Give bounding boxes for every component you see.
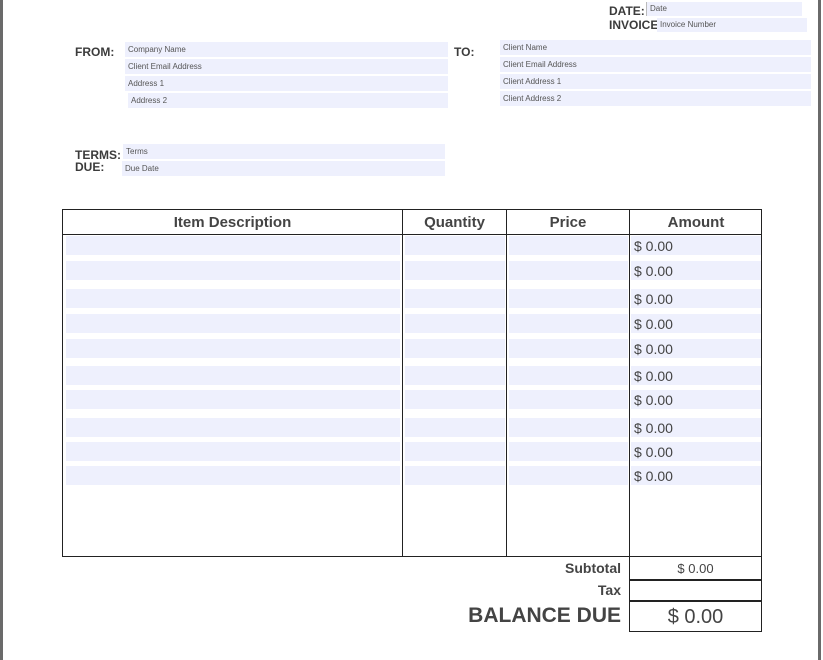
price-cell[interactable] (509, 390, 628, 409)
due-date-field[interactable]: Due Date (122, 161, 445, 176)
to-label: TO: (454, 45, 475, 59)
terms-field[interactable]: Terms (123, 144, 445, 159)
amount-cell: $ 0.00 (631, 442, 761, 461)
date-field[interactable]: Date (646, 2, 802, 16)
item-description-cell[interactable] (66, 314, 400, 333)
quantity-cell[interactable] (405, 314, 505, 333)
header-item-description: Item Description (173, 214, 292, 231)
quantity-cell[interactable] (405, 466, 505, 485)
quantity-cell[interactable] (405, 418, 505, 437)
tax-field[interactable] (629, 580, 762, 601)
amount-cell: $ 0.00 (631, 314, 761, 333)
price-cell[interactable] (509, 366, 628, 385)
price-cell[interactable] (509, 289, 628, 308)
company-address2-field[interactable]: Address 2 (128, 93, 448, 108)
item-description-cell[interactable] (66, 339, 400, 358)
line-items-table: Item Description Quantity Price Amount $… (62, 209, 762, 557)
amount-cell: $ 0.00 (631, 261, 761, 280)
date-label: DATE: (609, 4, 645, 18)
client-name-field[interactable]: Client Name (500, 40, 811, 55)
balance-due-value: $ 0.00 (629, 601, 762, 632)
price-cell[interactable] (509, 339, 628, 358)
item-description-cell[interactable] (66, 418, 400, 437)
price-cell[interactable] (509, 314, 628, 333)
item-description-cell[interactable] (66, 442, 400, 461)
left-page-border (0, 0, 3, 660)
price-cell[interactable] (509, 418, 628, 437)
amount-cell: $ 0.00 (631, 289, 761, 308)
header-divider (63, 234, 761, 235)
balance-due-label: BALANCE DUE (468, 604, 621, 627)
amount-cell: $ 0.00 (631, 418, 761, 437)
quantity-cell[interactable] (405, 442, 505, 461)
header-quantity: Quantity (424, 214, 485, 231)
header-amount: Amount (667, 214, 725, 231)
item-description-cell[interactable] (66, 236, 400, 255)
amount-cell: $ 0.00 (631, 466, 761, 485)
amount-cell: $ 0.00 (631, 236, 761, 255)
column-divider (629, 210, 630, 556)
price-cell[interactable] (509, 466, 628, 485)
item-description-cell[interactable] (66, 366, 400, 385)
company-address1-field[interactable]: Address 1 (125, 76, 448, 91)
quantity-cell[interactable] (405, 366, 505, 385)
quantity-cell[interactable] (405, 390, 505, 409)
company-name-field[interactable]: Company Name (125, 42, 448, 57)
quantity-cell[interactable] (405, 261, 505, 280)
right-page-border (818, 0, 821, 660)
header-price: Price (549, 214, 587, 231)
from-label: FROM: (75, 45, 115, 59)
subtotal-label: Subtotal (565, 560, 621, 576)
client-email-field[interactable]: Client Email Address (500, 57, 811, 72)
item-description-cell[interactable] (66, 261, 400, 280)
subtotal-value: $ 0.00 (629, 556, 762, 580)
column-divider (402, 210, 403, 556)
price-cell[interactable] (509, 236, 628, 255)
tax-label: Tax (597, 582, 621, 598)
item-description-cell[interactable] (66, 466, 400, 485)
client-address2-field[interactable]: Client Address 2 (500, 91, 811, 106)
amount-cell: $ 0.00 (631, 390, 761, 409)
due-label: DUE: (75, 160, 105, 174)
quantity-cell[interactable] (405, 339, 505, 358)
company-email-field[interactable]: Client Email Address (125, 59, 448, 74)
price-cell[interactable] (509, 442, 628, 461)
invoice-number-field[interactable]: Invoice Number (657, 18, 807, 32)
quantity-cell[interactable] (405, 236, 505, 255)
quantity-cell[interactable] (405, 289, 505, 308)
price-cell[interactable] (509, 261, 628, 280)
amount-cell: $ 0.00 (631, 339, 761, 358)
item-description-cell[interactable] (66, 390, 400, 409)
client-address1-field[interactable]: Client Address 1 (500, 74, 811, 89)
column-divider (506, 210, 507, 556)
invoice-label: INVOICE (609, 18, 659, 32)
amount-cell: $ 0.00 (631, 366, 761, 385)
item-description-cell[interactable] (66, 289, 400, 308)
